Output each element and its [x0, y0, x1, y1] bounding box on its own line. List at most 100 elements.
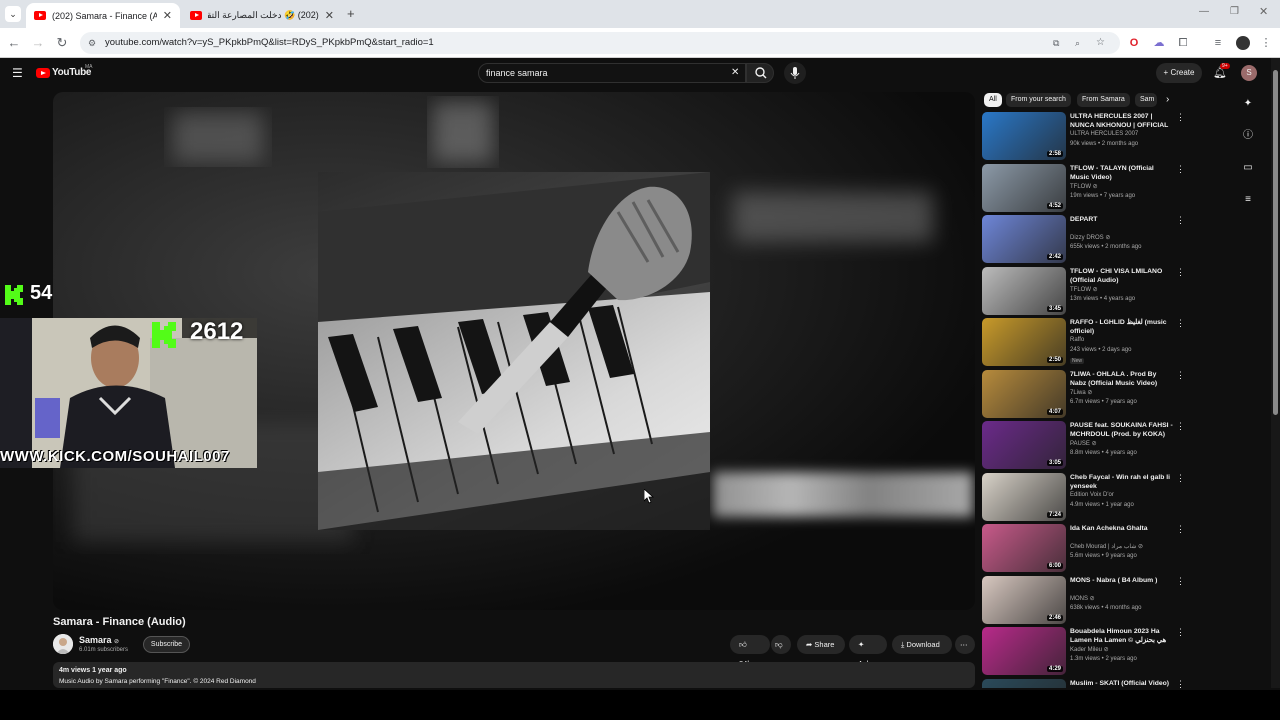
recommendation-channel[interactable]: 7Liwa ⊘: [1070, 389, 1092, 396]
recommendation-title[interactable]: Bouabdela Himoun 2023 Ha Lamen Ha Lamen …: [1070, 627, 1174, 645]
chip-all[interactable]: All: [984, 93, 1002, 107]
site-info-icon[interactable]: ⚙: [88, 32, 96, 54]
dislike-button[interactable]: 👎︎: [771, 635, 791, 654]
recommendation-item[interactable]: 3:05 PAUSE feat. SOUKAINA FAHSI - MCHRDOU…: [982, 421, 1182, 469]
recommendation-item[interactable]: 3:45 TFLOW - CHI VISA LMILANO (Official A…: [982, 267, 1182, 315]
ask-button[interactable]: ✦ Ask: [849, 635, 887, 668]
recommendation-title[interactable]: DEPART: [1070, 215, 1174, 224]
subscribe-button[interactable]: Subscribe: [143, 636, 190, 653]
info-icon[interactable]: ⓘ: [1240, 128, 1256, 144]
recommendation-title[interactable]: MONS - Nabra ( B4 Album ): [1070, 576, 1174, 585]
channel-name[interactable]: Samara ⊘: [79, 635, 119, 645]
scrollbar-thumb[interactable]: [1273, 70, 1278, 415]
extensions-icon[interactable]: ⧠: [1176, 36, 1190, 50]
recommendation-item[interactable]: 4:29 Bouabdela Himoun 2023 Ha Lamen Ha La…: [982, 627, 1182, 675]
recommendation-item[interactable]: 7:24 Cheb Faycal - Win rah el galb li yen…: [982, 473, 1182, 521]
recommendation-thumbnail[interactable]: 2:46: [982, 576, 1066, 624]
more-options-icon[interactable]: ⋮: [1176, 627, 1182, 638]
close-window-icon[interactable]: ✕: [1259, 5, 1268, 18]
extension-puzzle-2-icon[interactable]: ☁: [1152, 36, 1166, 50]
recommendation-thumbnail[interactable]: 3:45: [982, 267, 1066, 315]
forward-icon[interactable]: →: [30, 35, 46, 50]
recommendation-channel[interactable]: Dizzy DROS ⊘: [1070, 234, 1110, 241]
recommendation-title[interactable]: ULTRA HERCULES 2007 | NUNCA NKHONOU | OF…: [1070, 112, 1174, 130]
recommendation-title[interactable]: 7LIWA - OHLALA . Prod By Nabz (Official …: [1070, 370, 1174, 388]
download-button[interactable]: ⤓ Download: [892, 635, 952, 654]
maximize-icon[interactable]: ❐: [1230, 6, 1239, 17]
chip-from-your-search[interactable]: From your search: [1006, 93, 1071, 107]
chip-sam[interactable]: Sam: [1135, 93, 1157, 107]
comment-icon[interactable]: ▭: [1240, 160, 1256, 176]
more-actions-button[interactable]: ⋯: [955, 635, 975, 654]
close-tab-icon[interactable]: ✕: [163, 9, 172, 22]
recommendation-thumbnail[interactable]: 7:24: [982, 473, 1066, 521]
page-scrollbar[interactable]: [1271, 58, 1280, 688]
browser-menu-icon[interactable]: ⋮: [1259, 36, 1273, 50]
recommendation-item[interactable]: 2:46 MONS - Nabra ( B4 Album ) MONS ⊘ 638k …: [982, 576, 1182, 624]
recommendation-item[interactable]: 4:07 7LIWA - OHLALA . Prod By Nabz (Offic…: [982, 370, 1182, 418]
recommendation-thumbnail[interactable]: 4:52: [982, 164, 1066, 212]
zoom-icon[interactable]: ⌕: [1075, 32, 1080, 54]
search-button[interactable]: [746, 63, 774, 83]
recommendation-channel[interactable]: TFLOW ⊘: [1070, 286, 1098, 293]
recommendation-channel[interactable]: Edition Voix D'or: [1070, 492, 1114, 498]
back-icon[interactable]: ←: [6, 35, 22, 50]
media-controls-icon[interactable]: ≡: [1211, 36, 1225, 50]
create-button[interactable]: + Create: [1156, 63, 1202, 83]
recommendation-channel[interactable]: Cheb Mourad | شاب مراد ⊘: [1070, 543, 1143, 550]
hamburger-menu-icon[interactable]: ☰: [12, 66, 23, 80]
more-options-icon[interactable]: ⋮: [1176, 576, 1182, 587]
more-options-icon[interactable]: ⋮: [1176, 267, 1182, 278]
recommendation-title[interactable]: PAUSE feat. SOUKAINA FAHSI - MCHRDOUL (P…: [1070, 421, 1174, 439]
chips-next-chevron-icon[interactable]: ›: [1166, 94, 1169, 105]
recommendation-title[interactable]: TFLOW - TALAYN (Official Music Video): [1070, 164, 1174, 182]
channel-avatar[interactable]: [53, 634, 73, 654]
account-avatar[interactable]: S: [1241, 65, 1257, 81]
sparkle-icon[interactable]: ✦: [1240, 96, 1256, 112]
recommendation-item[interactable]: 6:00 Ida Kan Achekna Ghalta Cheb Mourad | …: [982, 524, 1182, 572]
tab-list-dropdown-icon[interactable]: ⌄: [5, 6, 21, 22]
share-button[interactable]: ➦ Share: [797, 635, 845, 654]
more-options-icon[interactable]: ⋮: [1176, 370, 1182, 381]
more-options-icon[interactable]: ⋮: [1176, 318, 1182, 329]
minimize-icon[interactable]: —: [1199, 6, 1209, 17]
more-options-icon[interactable]: ⋮: [1176, 215, 1182, 226]
recommendation-thumbnail[interactable]: 4:29: [982, 627, 1066, 675]
browser-tab[interactable]: (202) 🤣 دخلت المصارعة التقليد ✕: [182, 3, 342, 28]
recommendation-title[interactable]: Muslim - SKATI (Official Video): [1070, 679, 1174, 688]
more-options-icon[interactable]: ⋮: [1176, 164, 1182, 175]
close-tab-icon[interactable]: ✕: [325, 9, 334, 22]
recommendation-channel[interactable]: MONS ⊘: [1070, 595, 1095, 602]
more-options-icon[interactable]: ⋮: [1176, 473, 1182, 484]
like-button[interactable]: 👍︎ 34k: [730, 635, 770, 668]
recommendation-channel[interactable]: PAUSE ⊘: [1070, 440, 1097, 447]
playlist-icon[interactable]: ≡: [1240, 192, 1256, 208]
search-input[interactable]: finance samara ✕: [478, 63, 746, 83]
recommendation-title[interactable]: Cheb Faycal - Win rah el galb li yenseek: [1070, 473, 1174, 491]
recommendation-thumbnail[interactable]: 4:07: [982, 370, 1066, 418]
install-app-icon[interactable]: ⧉: [1053, 32, 1059, 54]
browser-tab-active[interactable]: (202) Samara - Finance (Audio) ✕: [26, 3, 180, 28]
more-options-icon[interactable]: ⋮: [1176, 112, 1182, 123]
opera-extension-icon[interactable]: O: [1127, 36, 1141, 50]
profile-avatar-icon[interactable]: [1236, 36, 1250, 50]
recommendation-thumbnail[interactable]: [982, 679, 1066, 688]
clear-search-icon[interactable]: ✕: [731, 64, 739, 82]
recommendation-thumbnail[interactable]: 2:42: [982, 215, 1066, 263]
voice-search-button[interactable]: [784, 62, 806, 84]
new-tab-button[interactable]: +: [347, 6, 355, 21]
more-options-icon[interactable]: ⋮: [1176, 421, 1182, 432]
chip-from-samara[interactable]: From Samara: [1077, 93, 1130, 107]
bookmark-star-icon[interactable]: ☆: [1096, 32, 1105, 54]
recommendation-channel[interactable]: Raffo: [1070, 337, 1084, 343]
recommendation-thumbnail[interactable]: 3:05: [982, 421, 1066, 469]
recommendation-item[interactable]: 2:58 ULTRA HERCULES 2007 | NUNCA NKHONOU …: [982, 112, 1182, 160]
recommendation-channel[interactable]: TFLOW ⊘: [1070, 183, 1098, 190]
recommendation-channel[interactable]: ULTRA HERCULES 2007: [1070, 131, 1138, 137]
recommendation-item[interactable]: Muslim - SKATI (Official Video) ⋮: [982, 679, 1182, 688]
recommendation-item[interactable]: 2:50 RAFFO - LGHLID لغليظ (music officiel…: [982, 318, 1182, 366]
recommendation-title[interactable]: TFLOW - CHI VISA LMILANO (Official Audio…: [1070, 267, 1174, 285]
recommendation-title[interactable]: Ida Kan Achekna Ghalta: [1070, 524, 1174, 533]
recommendation-item[interactable]: 4:52 TFLOW - TALAYN (Official Music Video…: [982, 164, 1182, 212]
recommendation-thumbnail[interactable]: 2:58: [982, 112, 1066, 160]
